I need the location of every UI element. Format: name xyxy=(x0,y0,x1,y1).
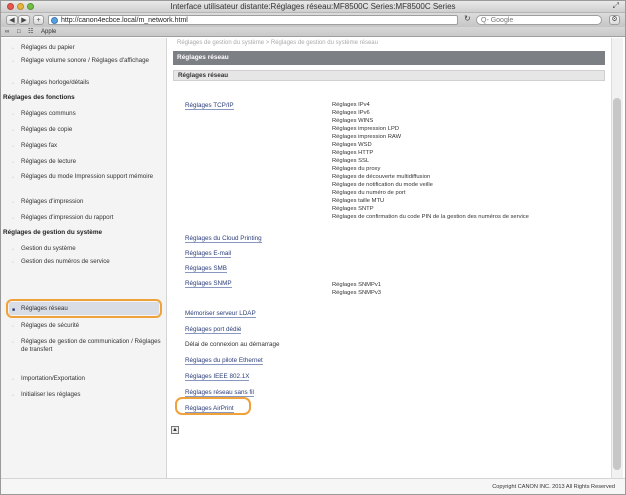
nav-item-communication[interactable]: ▫ Réglages de gestion de communication / … xyxy=(12,338,162,354)
airprint-callout xyxy=(175,397,251,415)
sub-item-sntp: Réglages SNTP xyxy=(332,206,374,212)
page-content: ▫ Réglages du papier ▫ Réglage volume sono… xyxy=(1,38,625,494)
link-startup-delay[interactable]: Délai de connexion au démarrage xyxy=(185,341,280,348)
nav-item-report-print[interactable]: ▫ Réglages d'impression du rapport xyxy=(12,214,162,222)
link-cloud-printing[interactable]: Réglages du Cloud Printing xyxy=(185,235,262,243)
nav-item-paper[interactable]: ▫ Réglages du papier xyxy=(12,44,162,52)
link-ldap-server[interactable]: Mémoriser serveur LDAP xyxy=(185,310,256,318)
window-title: Interface utilisateur distante:Réglages … xyxy=(170,2,456,11)
nav-item-volume-display[interactable]: ▫ Réglage volume sonore / Réglages d'affi… xyxy=(12,57,162,65)
nav-item-import-export[interactable]: ▫ Importation/Exportation xyxy=(12,375,162,383)
bookmark-apple[interactable]: Apple xyxy=(41,27,56,37)
subsection-title: Réglages réseau xyxy=(173,70,605,81)
nav-item-reset[interactable]: ▫ Initialiser les réglages xyxy=(12,391,162,399)
sub-item-pin-confirmation: Réglages de confirmation du code PIN de … xyxy=(332,214,529,220)
bookmarks-bar: ∞ □ ☷ Apple xyxy=(1,27,625,37)
sub-item-lpd: Réglages impression LPD xyxy=(332,126,400,132)
browser-window: Interface utilisateur distante:Réglages … xyxy=(0,0,626,495)
nav-item-network[interactable]: ■ Réglages réseau xyxy=(12,305,162,313)
link-tcpip[interactable]: Réglages TCP/IP xyxy=(185,102,234,110)
sub-item-http: Réglages HTTP xyxy=(332,150,374,156)
sub-item-ssl: Réglages SSL xyxy=(332,158,370,164)
sub-item-ipv4: Réglages IPv4 xyxy=(332,102,370,108)
url-text: http://canon4ecbce.local/m_network.html xyxy=(61,17,188,24)
sub-item-ipv6: Réglages IPv6 xyxy=(332,110,370,116)
link-snmp[interactable]: Réglages SNMP xyxy=(185,280,232,288)
link-email[interactable]: Réglages E-mail xyxy=(185,250,232,258)
reload-icon[interactable]: ↻ xyxy=(464,14,471,23)
link-dedicated-port[interactable]: Réglages port dédié xyxy=(185,326,242,334)
fullscreen-icon[interactable]: ⤢ xyxy=(613,1,619,11)
top-sites-icon[interactable]: ☷ xyxy=(28,27,33,37)
settings-icon[interactable]: ⚙ xyxy=(609,15,620,25)
nav-item-copy[interactable]: ▫ Réglages de copie xyxy=(12,126,162,134)
sub-item-snmpv1: Réglages SNMPv1 xyxy=(332,282,381,288)
sub-item-proxy: Réglages du proxy xyxy=(332,166,381,172)
reading-list-icon[interactable]: ∞ xyxy=(5,27,9,37)
nav-item-memory-media[interactable]: ▫ Réglages du mode Impression support mém… xyxy=(12,173,162,181)
forward-button[interactable]: ▶ xyxy=(18,15,30,25)
previous-section-text: Réglages de gestion du système > Réglage… xyxy=(177,40,378,46)
page-footer: Copyright CANON INC. 2013 All Rights Res… xyxy=(1,478,625,494)
nav-item-clock[interactable]: ▫ Réglages horloge/détails xyxy=(12,79,162,87)
page-top-icon[interactable]: ▲ xyxy=(171,426,179,434)
left-navigation: ▫ Réglages du papier ▫ Réglage volume sono… xyxy=(1,38,167,478)
link-wireless-lan[interactable]: Réglages réseau sans fil xyxy=(185,389,254,397)
nav-item-print[interactable]: ▫ Réglages d'impression xyxy=(12,198,162,206)
sub-item-snmpv3: Réglages SNMPv3 xyxy=(332,290,381,296)
nav-item-dept-id[interactable]: ▫ Gestion des numéros de service xyxy=(12,258,162,266)
scrollbar-thumb[interactable] xyxy=(613,98,621,470)
nav-item-security[interactable]: ▫ Réglages de sécurité xyxy=(12,322,162,330)
browser-toolbar: ◀ ▶ + http://canon4ecbce.local/m_network… xyxy=(1,13,625,27)
search-field[interactable]: Q- Google xyxy=(476,15,602,25)
nav-item-common[interactable]: ▫ Réglages communs xyxy=(12,110,162,118)
sub-item-port-number: Réglages du numéro de port xyxy=(332,190,406,196)
back-button[interactable]: ◀ xyxy=(6,15,18,25)
link-ethernet-driver[interactable]: Réglages du pilote Ethernet xyxy=(185,357,263,365)
page-title: Réglages réseau xyxy=(173,51,605,65)
sub-item-wsd: Réglages WSD xyxy=(332,142,372,148)
nav-item-scan[interactable]: ▫ Réglages de lecture xyxy=(12,158,162,166)
copyright-text: Copyright CANON INC. 2013 All Rights Res… xyxy=(492,484,615,490)
nav-item-system-management[interactable]: ▫ Gestion du système xyxy=(12,245,162,253)
sub-item-wins: Réglages WINS xyxy=(332,118,374,124)
sub-item-raw: Réglages impression RAW xyxy=(332,134,402,140)
title-bar: Interface utilisateur distante:Réglages … xyxy=(1,1,625,13)
sub-item-multicast: Réglages de découverte multidiffusion xyxy=(332,174,431,180)
link-smb[interactable]: Réglages SMB xyxy=(185,265,227,273)
nav-group-functions[interactable]: Réglages des fonctions xyxy=(3,94,75,101)
address-bar[interactable]: http://canon4ecbce.local/m_network.html xyxy=(48,15,458,25)
nav-group-system-management[interactable]: Réglages de gestion du système xyxy=(3,229,102,236)
site-icon xyxy=(51,17,58,24)
bookmarks-icon[interactable]: □ xyxy=(17,27,21,37)
main-panel: Réglages de gestion du système > Réglage… xyxy=(167,38,611,478)
sub-item-mtu: Réglages taille MTU xyxy=(332,198,385,204)
sub-item-sleep-notification: Réglages de notification du mode veille xyxy=(332,182,433,188)
link-ieee-8021x[interactable]: Réglages IEEE 802.1X xyxy=(185,373,250,381)
nav-item-fax[interactable]: ▫ Réglages fax xyxy=(12,142,162,150)
add-bookmark-button[interactable]: + xyxy=(33,15,44,25)
